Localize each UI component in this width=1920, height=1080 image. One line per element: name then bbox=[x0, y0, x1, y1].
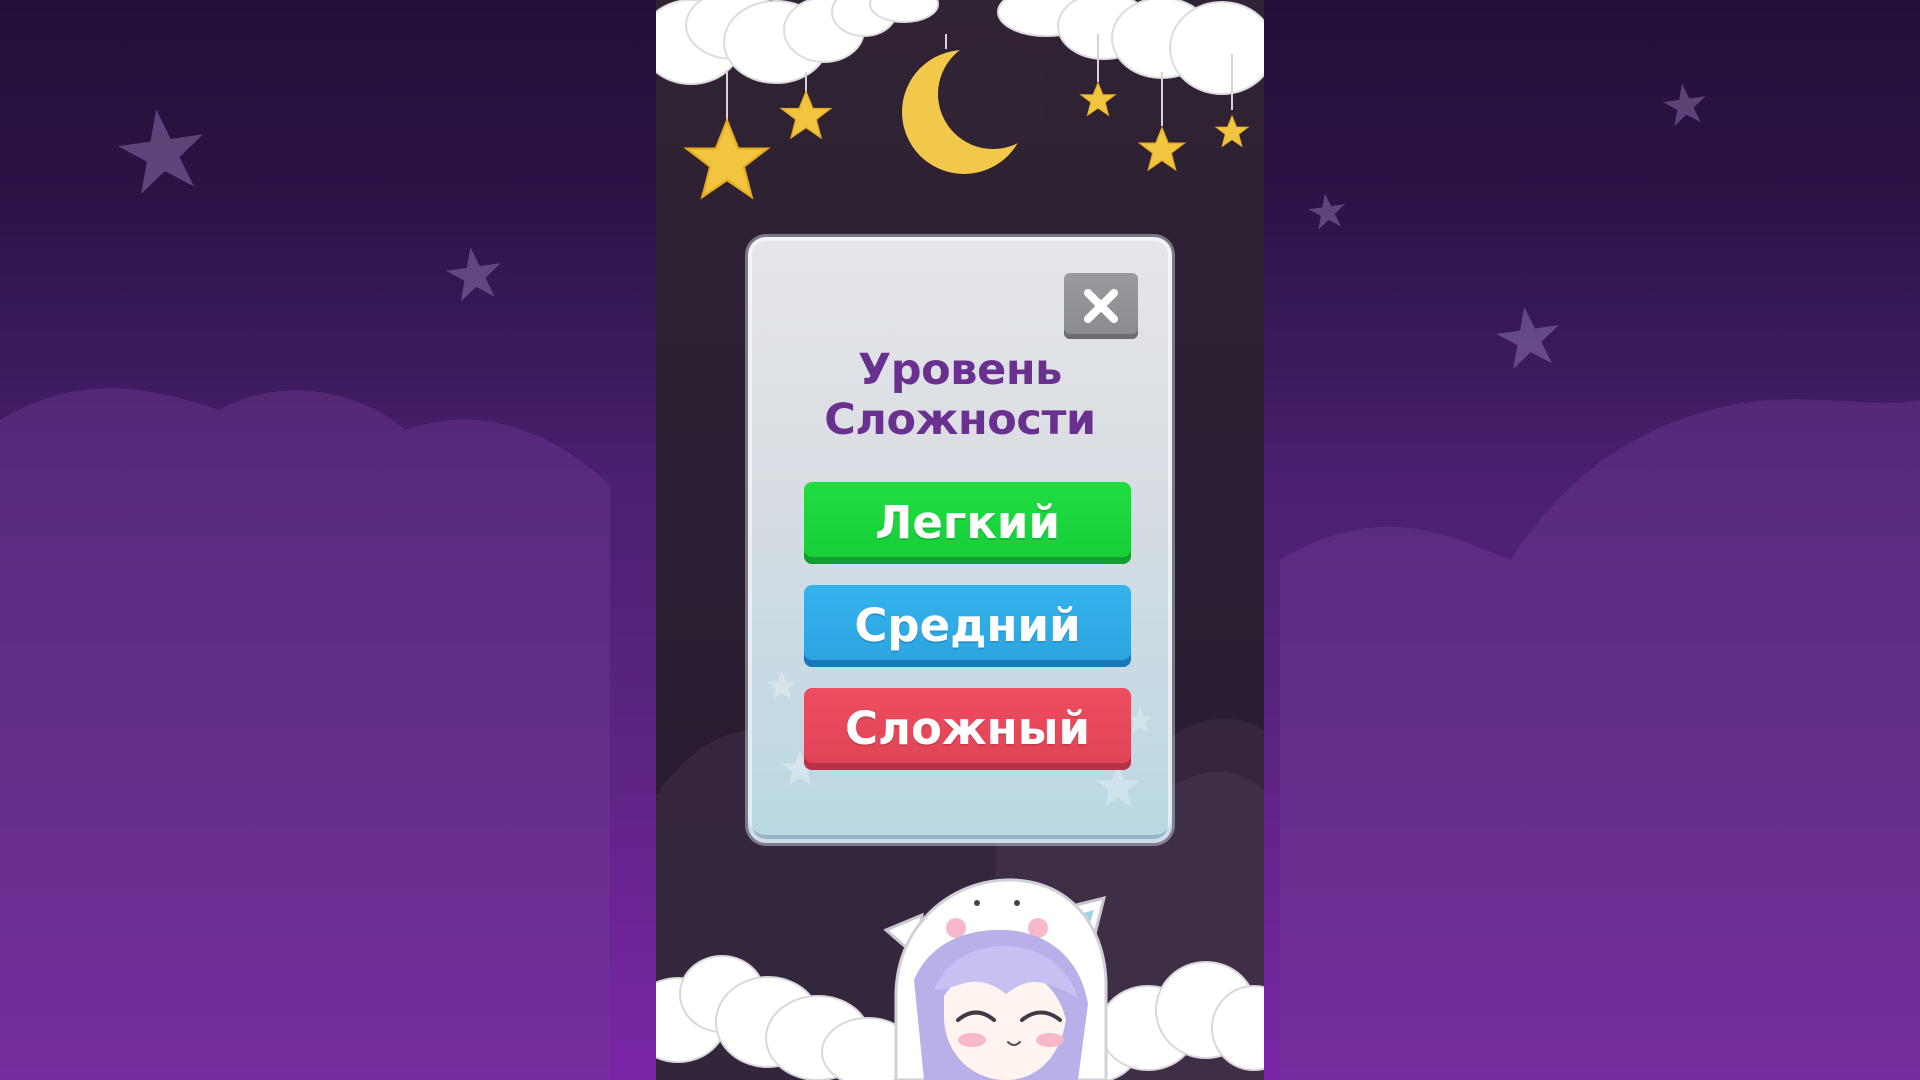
difficulty-title: Уровень Сложности bbox=[748, 345, 1172, 445]
star-icon bbox=[1214, 114, 1250, 148]
star-icon bbox=[1079, 81, 1117, 117]
hard-button[interactable]: Сложный bbox=[804, 688, 1131, 770]
sleeping-character bbox=[883, 878, 1108, 1080]
phone-viewport: Уровень Сложности Легкий Средний Сложный bbox=[656, 0, 1264, 1080]
bottom-clouds bbox=[656, 955, 1264, 1080]
background-star-icon: ★ bbox=[1485, 286, 1572, 391]
hood-right-ear bbox=[1053, 895, 1107, 949]
moon-shape bbox=[902, 50, 1026, 174]
cloud-puff bbox=[821, 1017, 915, 1080]
medium-button[interactable]: Средний bbox=[804, 585, 1131, 667]
star-shape bbox=[779, 89, 833, 140]
bottom-left-clouds bbox=[656, 955, 915, 1080]
cloud-puff bbox=[656, 977, 727, 1063]
game-screen: ★ ★ ★ ★ ★ Уровень Сложности Легкий Средн… bbox=[0, 0, 1920, 1080]
left-background-cloud bbox=[0, 388, 610, 1080]
background-star-icon: ★ bbox=[1655, 69, 1715, 142]
background-star-icon: ★ bbox=[1302, 181, 1353, 243]
cloud-puff bbox=[765, 995, 871, 1080]
modal-star-shape bbox=[1095, 764, 1141, 807]
face bbox=[944, 967, 1066, 1080]
bottom-right-clouds bbox=[1049, 961, 1264, 1080]
cloud-puff bbox=[656, 0, 742, 85]
bangs bbox=[934, 946, 1078, 998]
cloud-puff bbox=[1155, 961, 1257, 1059]
difficulty-title-line-1: Уровень bbox=[858, 345, 1062, 395]
cloud-puff bbox=[869, 0, 939, 23]
cloud-puff bbox=[1099, 985, 1197, 1071]
moon-icon bbox=[902, 39, 1048, 174]
modal-star-icon bbox=[766, 670, 798, 700]
difficulty-modal: Уровень Сложности Легкий Средний Сложный bbox=[748, 237, 1172, 843]
star-shape bbox=[1079, 81, 1117, 117]
star-icon bbox=[779, 89, 833, 140]
hood-cheek-right bbox=[1028, 918, 1048, 938]
modal-star-shape bbox=[766, 670, 798, 700]
close-icon bbox=[1084, 289, 1118, 323]
star-shape bbox=[1214, 114, 1250, 148]
cloud-puff bbox=[1111, 0, 1213, 79]
cloud-puff bbox=[1169, 1, 1264, 95]
easy-button[interactable]: Легкий bbox=[804, 482, 1131, 564]
background-star-icon: ★ bbox=[103, 80, 221, 224]
hood-cheek-left bbox=[946, 918, 966, 938]
cloud-puff bbox=[1211, 985, 1264, 1071]
hood-left-ear bbox=[883, 912, 924, 959]
cloud-puff bbox=[997, 0, 1095, 37]
cloud-puff bbox=[715, 976, 821, 1068]
cloud-puff bbox=[723, 0, 829, 84]
cloud-puff bbox=[831, 0, 897, 37]
blush-right bbox=[1036, 1033, 1064, 1047]
hood-inner-ear bbox=[1076, 910, 1094, 930]
close-button[interactable] bbox=[1064, 273, 1138, 339]
cloud-puff bbox=[679, 955, 765, 1033]
difficulty-title-line-2: Сложности bbox=[824, 395, 1096, 445]
hood-eye-left bbox=[974, 900, 980, 906]
star-icon bbox=[683, 117, 771, 200]
cloud-puff bbox=[1049, 1013, 1139, 1080]
top-decor bbox=[656, 0, 1264, 200]
top-right-clouds bbox=[997, 0, 1264, 95]
star-shape bbox=[683, 117, 771, 200]
blush-left bbox=[958, 1033, 986, 1047]
moon-cutout bbox=[938, 39, 1048, 149]
right-background-cloud bbox=[1280, 399, 1920, 1080]
mouth bbox=[1007, 1041, 1021, 1046]
top-left-clouds bbox=[656, 0, 939, 85]
close-icon-stroke bbox=[1084, 289, 1118, 323]
star-icon bbox=[1137, 126, 1187, 172]
hood-eye-right bbox=[1014, 900, 1020, 906]
background-star-icon: ★ bbox=[436, 227, 513, 321]
closed-eye-right bbox=[1020, 1010, 1062, 1022]
cloud-puff bbox=[685, 0, 783, 60]
closed-eye-left bbox=[956, 1010, 996, 1022]
modal-star-icon bbox=[1095, 764, 1141, 807]
star-shape bbox=[1137, 126, 1187, 172]
hood bbox=[894, 878, 1108, 1080]
cloud-puff bbox=[1057, 0, 1151, 60]
cloud-puff bbox=[783, 0, 865, 63]
hair bbox=[914, 929, 1088, 1080]
